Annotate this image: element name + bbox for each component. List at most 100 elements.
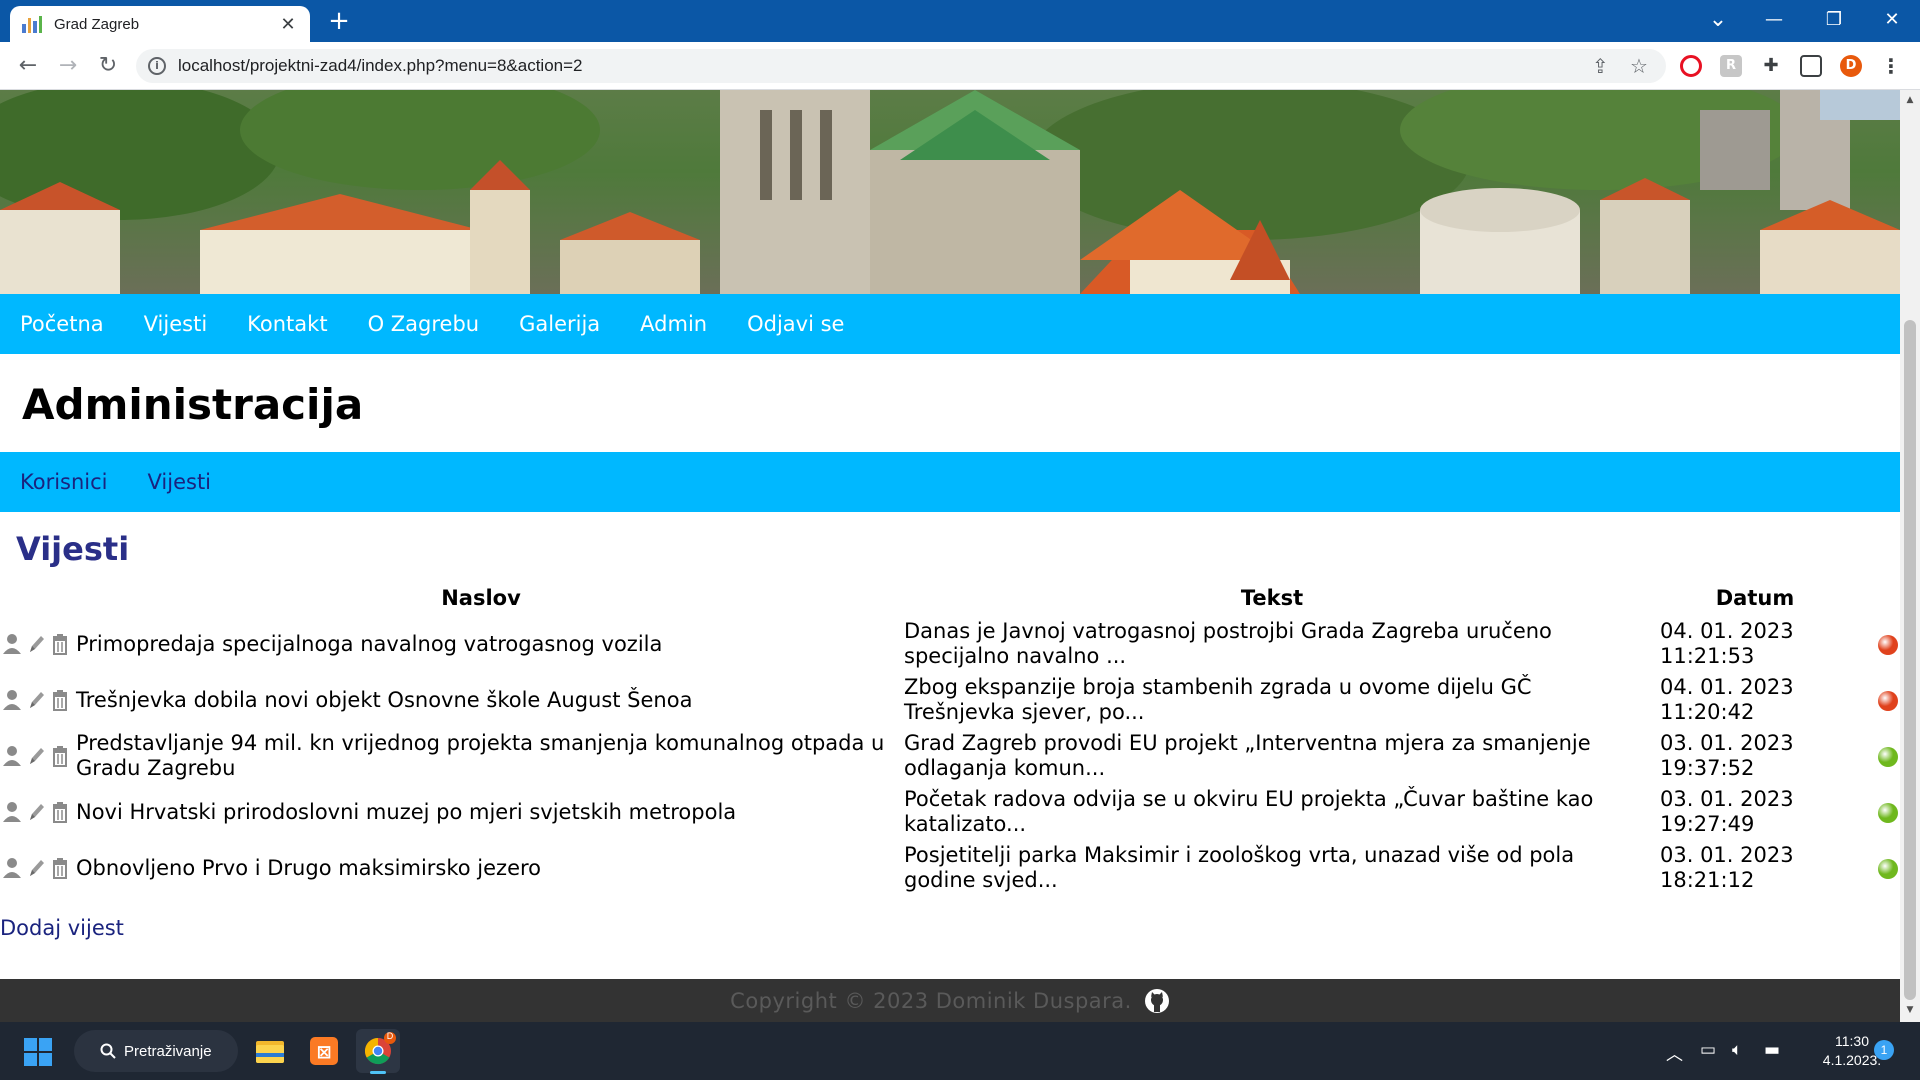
- admin-navigation: Korisnici Vijesti: [0, 452, 1900, 512]
- nav-link-admin[interactable]: Admin: [640, 312, 707, 336]
- status-indicator[interactable]: [1878, 802, 1898, 823]
- chrome-taskbar-icon[interactable]: D: [356, 1029, 400, 1074]
- status-indicator[interactable]: [1878, 634, 1898, 655]
- news-table-body: Primopredaja specijalnoga navalnog vatro…: [0, 616, 1900, 896]
- status-indicator[interactable]: [1878, 858, 1898, 879]
- footer: Copyright © 2023 Dominik Duspara.: [0, 979, 1900, 1022]
- column-header-tekst: Tekst: [1240, 586, 1304, 610]
- close-tab-icon[interactable]: ✕: [278, 14, 298, 35]
- news-date: 03. 01. 2023: [1660, 731, 1794, 755]
- site-favicon-icon: [22, 15, 42, 33]
- back-icon[interactable]: ←: [12, 50, 44, 82]
- row-actions: [0, 856, 76, 880]
- address-bar[interactable]: i localhost/projektni-zad4/index.php?men…: [136, 49, 1666, 83]
- status-indicator[interactable]: [1878, 690, 1898, 711]
- news-table-container: Naslov Tekst Datum Primopredaja specijal…: [0, 580, 1900, 896]
- profile-avatar[interactable]: D: [1840, 55, 1862, 77]
- news-text: Zbog ekspanzije broja stambenih zgrada u…: [904, 675, 1532, 724]
- show-hidden-icons-chevron-icon[interactable]: ︿: [1666, 1040, 1683, 1065]
- windows-start-icon[interactable]: [24, 1038, 52, 1066]
- edit-pencil-icon[interactable]: [26, 632, 46, 656]
- user-icon[interactable]: [2, 744, 22, 768]
- page-content: Početna Vijesti Kontakt O Zagrebu Galeri…: [0, 90, 1900, 1022]
- scroll-down-arrow-icon[interactable]: ▼: [1904, 1004, 1916, 1016]
- edit-pencil-icon[interactable]: [26, 800, 46, 824]
- nav-link-pocetna[interactable]: Početna: [20, 312, 104, 336]
- opera-extension-icon[interactable]: [1680, 55, 1702, 77]
- forward-icon[interactable]: →: [52, 50, 84, 82]
- github-icon[interactable]: [1144, 988, 1170, 1014]
- user-icon[interactable]: [2, 856, 22, 880]
- section-title: Vijesti: [16, 530, 130, 568]
- news-row: Trešnjevka dobila novi objekt Osnovne šk…: [0, 672, 1900, 728]
- news-time: 11:20:42: [1660, 700, 1755, 724]
- delete-trash-icon[interactable]: [50, 632, 70, 656]
- browser-tab-strip: Grad Zagreb ✕ + ⌄ — ❐ ✕: [0, 0, 1920, 42]
- volume-icon[interactable]: 🔈︎: [1732, 1040, 1742, 1060]
- network-icon[interactable]: ▭: [1700, 1040, 1716, 1060]
- news-date: 04. 01. 2023: [1660, 675, 1794, 699]
- user-icon[interactable]: [2, 632, 22, 656]
- delete-trash-icon[interactable]: [50, 744, 70, 768]
- row-actions: [0, 800, 76, 824]
- row-actions: [0, 632, 76, 656]
- news-row: Obnovljeno Prvo i Drugo maksimirsko jeze…: [0, 840, 1900, 896]
- tab-search-icon[interactable]: ⌄: [1696, 0, 1740, 40]
- edit-pencil-icon[interactable]: [26, 688, 46, 712]
- reader-extension-icon[interactable]: R: [1720, 55, 1742, 77]
- nav-link-o-zagrebu[interactable]: O Zagrebu: [368, 312, 480, 336]
- news-date: 04. 01. 2023: [1660, 619, 1794, 643]
- edit-pencil-icon[interactable]: [26, 744, 46, 768]
- news-title: Trešnjevka dobila novi objekt Osnovne šk…: [76, 687, 693, 712]
- news-text: Početak radova odvija se u okviru EU pro…: [904, 787, 1594, 836]
- news-datetime: 03. 01. 2023 19:37:52: [1660, 728, 1850, 784]
- menu-kebab-icon[interactable]: ⋮: [1880, 55, 1902, 77]
- windows-taskbar: Pretraživanje ⊠ D ︿ ▭ 🔈︎ ▬ 11:30 4.1.202…: [0, 1022, 1920, 1080]
- status-indicator[interactable]: [1878, 746, 1898, 767]
- page-scrollbar[interactable]: ▲ ▼: [1900, 90, 1920, 1022]
- news-datetime: 03. 01. 2023 18:21:12: [1660, 840, 1850, 896]
- nav-link-odjavi-se[interactable]: Odjavi se: [747, 312, 844, 336]
- admin-nav-korisnici[interactable]: Korisnici: [20, 470, 108, 494]
- user-icon[interactable]: [2, 800, 22, 824]
- news-text: Posjetitelji parka Maksimir i zoološkog …: [904, 843, 1575, 892]
- delete-trash-icon[interactable]: [50, 856, 70, 880]
- taskbar-search[interactable]: Pretraživanje: [74, 1030, 238, 1072]
- share-icon[interactable]: ⇪: [1592, 54, 1609, 78]
- side-panel-icon[interactable]: [1800, 55, 1822, 77]
- bookmark-star-icon[interactable]: ☆: [1630, 54, 1648, 78]
- nav-link-kontakt[interactable]: Kontakt: [247, 312, 327, 336]
- close-window-button[interactable]: ✕: [1870, 0, 1914, 40]
- scrollbar-thumb[interactable]: [1904, 320, 1916, 1000]
- news-time: 11:21:53: [1660, 644, 1755, 668]
- new-tab-button[interactable]: +: [324, 6, 354, 36]
- browser-tab[interactable]: Grad Zagreb ✕: [10, 6, 310, 42]
- site-info-icon[interactable]: i: [148, 57, 166, 75]
- news-date: 03. 01. 2023: [1660, 843, 1794, 867]
- nav-link-vijesti[interactable]: Vijesti: [144, 312, 208, 336]
- reload-icon[interactable]: ↻: [92, 50, 124, 82]
- battery-icon[interactable]: ▬: [1764, 1040, 1780, 1060]
- zagreb-banner-image: [0, 90, 1900, 294]
- add-news-link[interactable]: Dodaj vijest: [0, 916, 124, 940]
- file-explorer-icon[interactable]: [248, 1029, 292, 1073]
- url-text[interactable]: localhost/projektni-zad4/index.php?menu=…: [178, 56, 583, 76]
- restore-button[interactable]: ❐: [1812, 0, 1856, 40]
- admin-nav-vijesti[interactable]: Vijesti: [148, 470, 212, 494]
- scroll-up-arrow-icon[interactable]: ▲: [1904, 94, 1916, 106]
- user-icon[interactable]: [2, 688, 22, 712]
- nav-link-galerija[interactable]: Galerija: [519, 312, 600, 336]
- notification-badge[interactable]: 1: [1874, 1040, 1894, 1060]
- extensions-puzzle-icon[interactable]: ✚: [1760, 55, 1782, 77]
- chrome-profile-badge: D: [386, 1031, 394, 1041]
- xampp-icon[interactable]: ⊠: [302, 1029, 346, 1073]
- row-actions: [0, 744, 76, 768]
- delete-trash-icon[interactable]: [50, 800, 70, 824]
- minimize-button[interactable]: —: [1752, 0, 1796, 40]
- edit-pencil-icon[interactable]: [26, 856, 46, 880]
- delete-trash-icon[interactable]: [50, 688, 70, 712]
- news-text: Grad Zagreb provodi EU projekt „Interven…: [904, 731, 1591, 780]
- news-text: Danas je Javnoj vatrogasnoj postrojbi Gr…: [904, 619, 1552, 668]
- news-datetime: 04. 01. 2023 11:20:42: [1660, 672, 1850, 728]
- news-title: Novi Hrvatski prirodoslovni muzej po mje…: [76, 799, 737, 824]
